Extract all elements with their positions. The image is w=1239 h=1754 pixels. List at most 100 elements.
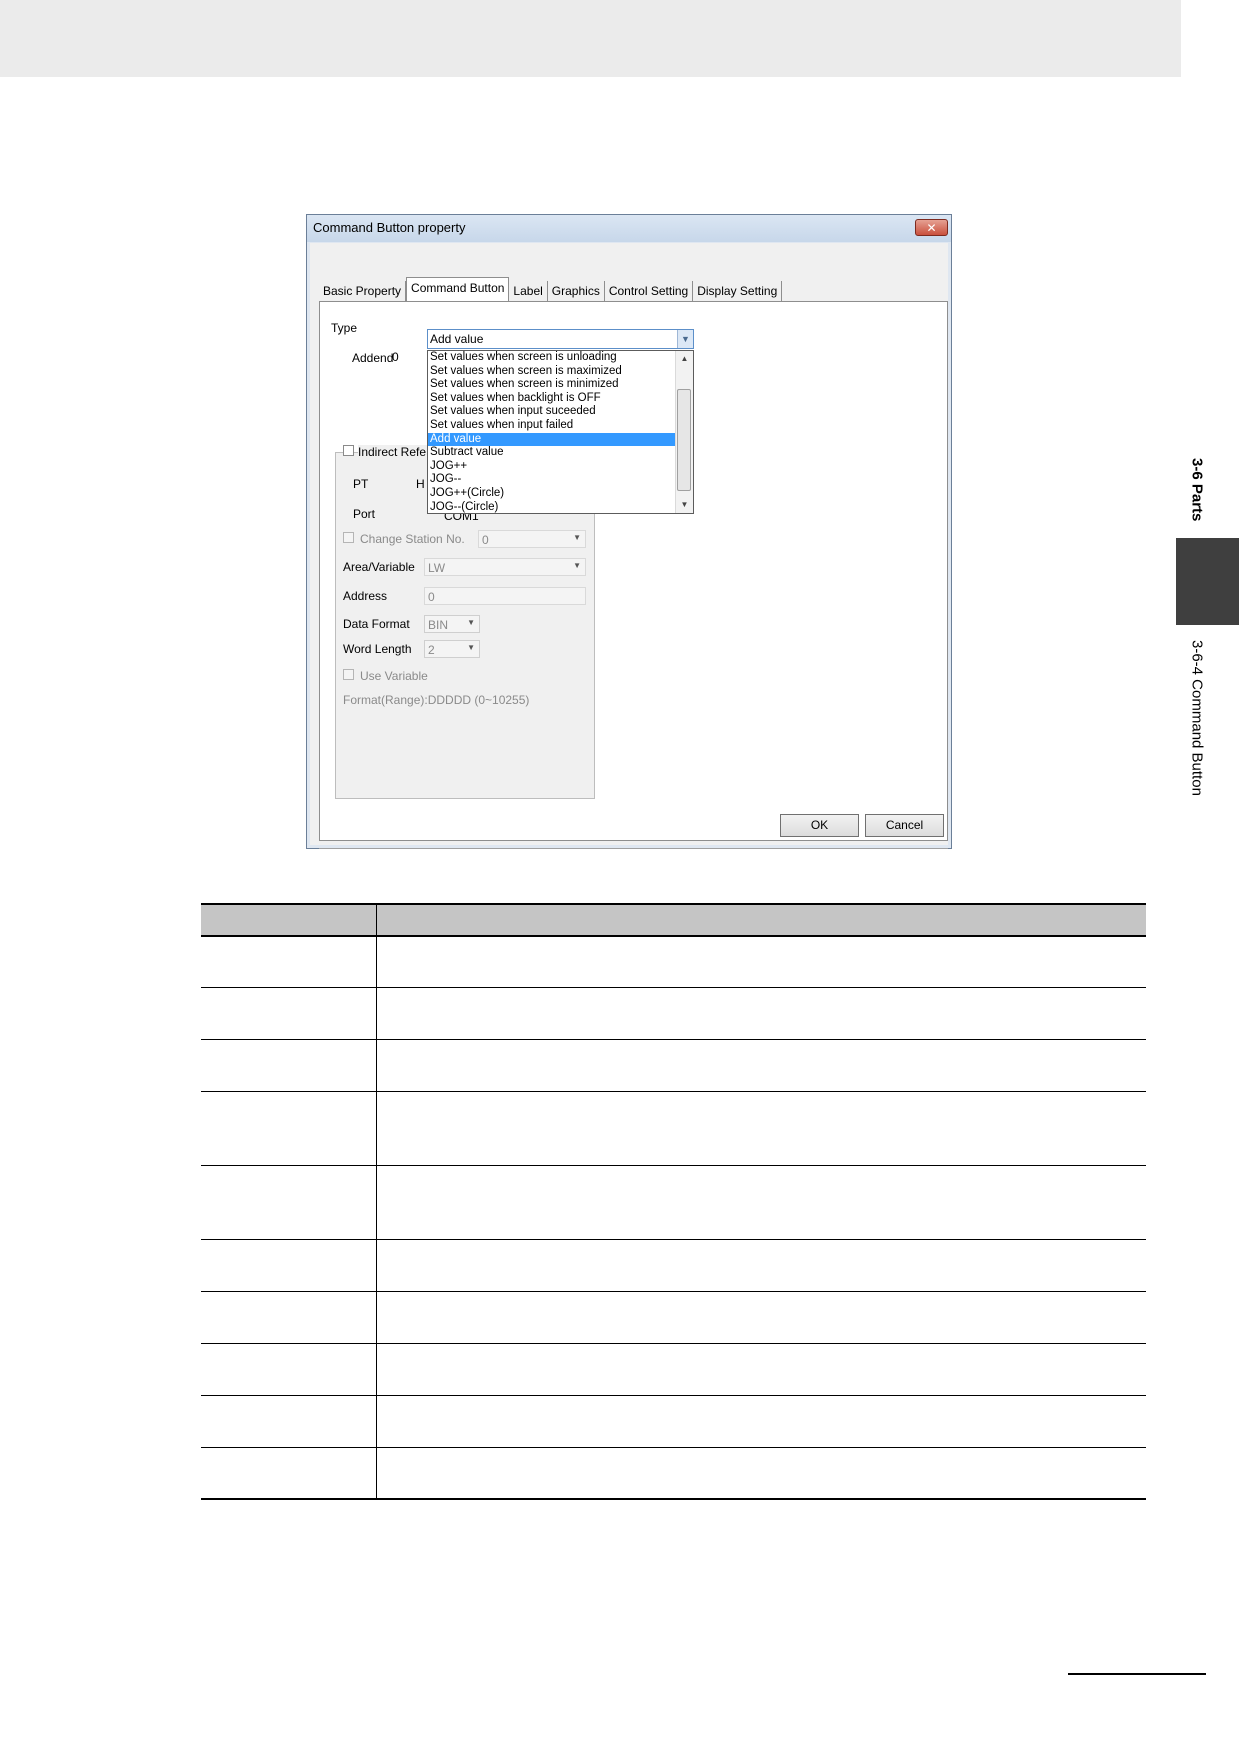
data-format-select[interactable]: BIN ▼: [424, 615, 480, 633]
area-variable-value: LW: [428, 561, 446, 575]
table-cell-description: [376, 1039, 1146, 1092]
change-station-label: Change Station No.: [360, 532, 465, 546]
table-cell-item: [201, 1343, 377, 1396]
table-header-description: [376, 903, 1146, 937]
table-row: [201, 987, 1146, 1040]
format-range-text: Format(Range):DDDDD (0~10255): [343, 693, 530, 707]
side-subsection-label: 3-6-4 Command Button: [1174, 640, 1220, 830]
type-option[interactable]: Set values when input suceeded: [428, 405, 676, 419]
table-header-row: [201, 903, 1146, 937]
type-option[interactable]: Set values when screen is maximized: [428, 365, 676, 379]
list-scrollbar[interactable]: ▲ ▼: [675, 351, 693, 513]
chevron-down-icon: ▼: [467, 643, 475, 652]
table-row: [201, 1343, 1146, 1396]
type-option[interactable]: Set values when screen is minimized: [428, 378, 676, 392]
table-cell-item: [201, 936, 377, 988]
tab-control-setting[interactable]: Control Setting: [605, 281, 694, 302]
type-dropdown-list[interactable]: Set values when screen is unloading Set v…: [427, 350, 694, 514]
chevron-down-icon[interactable]: ▼: [677, 330, 693, 348]
table-cell-description: [376, 987, 1146, 1040]
pt-value: H: [416, 477, 425, 491]
table-cell-description: [376, 1291, 1146, 1344]
type-option[interactable]: JOG++(Circle): [428, 487, 676, 501]
type-combobox-value: Add value: [430, 332, 484, 346]
tab-display-setting[interactable]: Display Setting: [693, 281, 783, 302]
area-variable-select[interactable]: LW ▼: [424, 558, 586, 576]
page-number-rule: [1068, 1673, 1206, 1675]
chevron-down-icon: ▼: [467, 618, 475, 627]
table-cell-item: [201, 1039, 377, 1092]
dialog-client: Basic Property Command Button Label Graphic…: [310, 243, 948, 849]
table-row: [201, 1447, 1146, 1500]
tab-label[interactable]: Label: [509, 281, 548, 302]
table-row: [201, 1039, 1146, 1092]
type-option[interactable]: Add value: [428, 432, 676, 447]
data-format-label: Data Format: [343, 617, 410, 631]
command-button-property-dialog: Command Button property ✕ Basic Property…: [306, 214, 952, 849]
dialog-title: Command Button property: [313, 220, 466, 235]
address-label: Address: [343, 589, 388, 603]
address-input[interactable]: 0: [424, 587, 586, 605]
close-button[interactable]: ✕: [915, 219, 948, 236]
type-option[interactable]: JOG--(Circle): [428, 501, 676, 513]
scroll-thumb[interactable]: [677, 389, 691, 491]
table-cell-description: [376, 1165, 1146, 1240]
tab-strip: Basic Property Command Button Label Graphic…: [319, 277, 783, 302]
side-index-tab: [1176, 538, 1239, 625]
use-variable-checkbox[interactable]: [343, 669, 354, 680]
table-cell-item: [201, 1165, 377, 1240]
table-cell-description: [376, 1239, 1146, 1292]
use-variable-label: Use Variable: [360, 669, 428, 683]
dialog-titlebar: Command Button property ✕: [307, 215, 951, 242]
tab-basic-property[interactable]: Basic Property: [319, 281, 407, 302]
table-cell-description: [376, 1395, 1146, 1448]
table-cell-description: [376, 936, 1146, 988]
type-option[interactable]: JOG--: [428, 473, 676, 487]
chevron-down-icon: ▼: [573, 561, 581, 570]
parameter-table: [201, 903, 1146, 1500]
change-station-select[interactable]: 0 ▼: [478, 530, 586, 548]
word-length-select[interactable]: 2 ▼: [424, 640, 480, 658]
addend-label: Addend: [352, 351, 394, 365]
table-cell-item: [201, 1239, 377, 1292]
section-title: 3-6 Parts: [1188, 458, 1206, 522]
tab-command-button[interactable]: Command Button: [406, 277, 510, 302]
type-option[interactable]: Set values when input failed: [428, 419, 676, 433]
table-cell-description: [376, 1447, 1146, 1500]
type-combobox[interactable]: Add value ▼: [427, 329, 694, 349]
table-cell-item: [201, 987, 377, 1040]
table-header-item: [201, 903, 377, 937]
type-option[interactable]: Set values when screen is unloading: [428, 351, 676, 365]
address-value: 0: [428, 590, 435, 604]
data-format-value: BIN: [428, 618, 449, 632]
word-length-value: 2: [428, 643, 435, 657]
type-option[interactable]: Subtract value: [428, 446, 676, 460]
ok-button[interactable]: OK: [780, 814, 859, 837]
scroll-up-icon[interactable]: ▲: [676, 351, 693, 367]
side-section-label: 3-6 Parts: [1174, 450, 1220, 530]
table-row: [201, 1091, 1146, 1166]
type-label: Type: [331, 321, 358, 335]
word-length-label: Word Length: [343, 642, 412, 656]
change-station-value: 0: [482, 533, 489, 547]
table-cell-item: [201, 1447, 377, 1500]
chevron-down-icon: ▼: [573, 533, 581, 542]
table-cell-item: [201, 1091, 377, 1166]
table-row: [201, 1395, 1146, 1448]
indirect-ref-checkbox[interactable]: [343, 445, 354, 456]
type-option[interactable]: JOG++: [428, 460, 676, 474]
table-row: [201, 1291, 1146, 1344]
indirect-ref-label: Indirect Refe: [358, 445, 430, 459]
tab-graphics[interactable]: Graphics: [548, 281, 605, 302]
table-row: [201, 936, 1146, 988]
subsection-title: 3-6-4 Command Button: [1188, 640, 1206, 796]
scroll-down-icon[interactable]: ▼: [676, 497, 693, 513]
type-option[interactable]: Set values when backlight is OFF: [428, 392, 676, 406]
table-row: [201, 1165, 1146, 1240]
change-station-checkbox[interactable]: [343, 532, 354, 543]
table-cell-description: [376, 1091, 1146, 1166]
table-cell-description: [376, 1343, 1146, 1396]
pt-label: PT: [353, 477, 369, 491]
addend-value[interactable]: 0: [392, 350, 399, 364]
cancel-button[interactable]: Cancel: [865, 814, 944, 837]
